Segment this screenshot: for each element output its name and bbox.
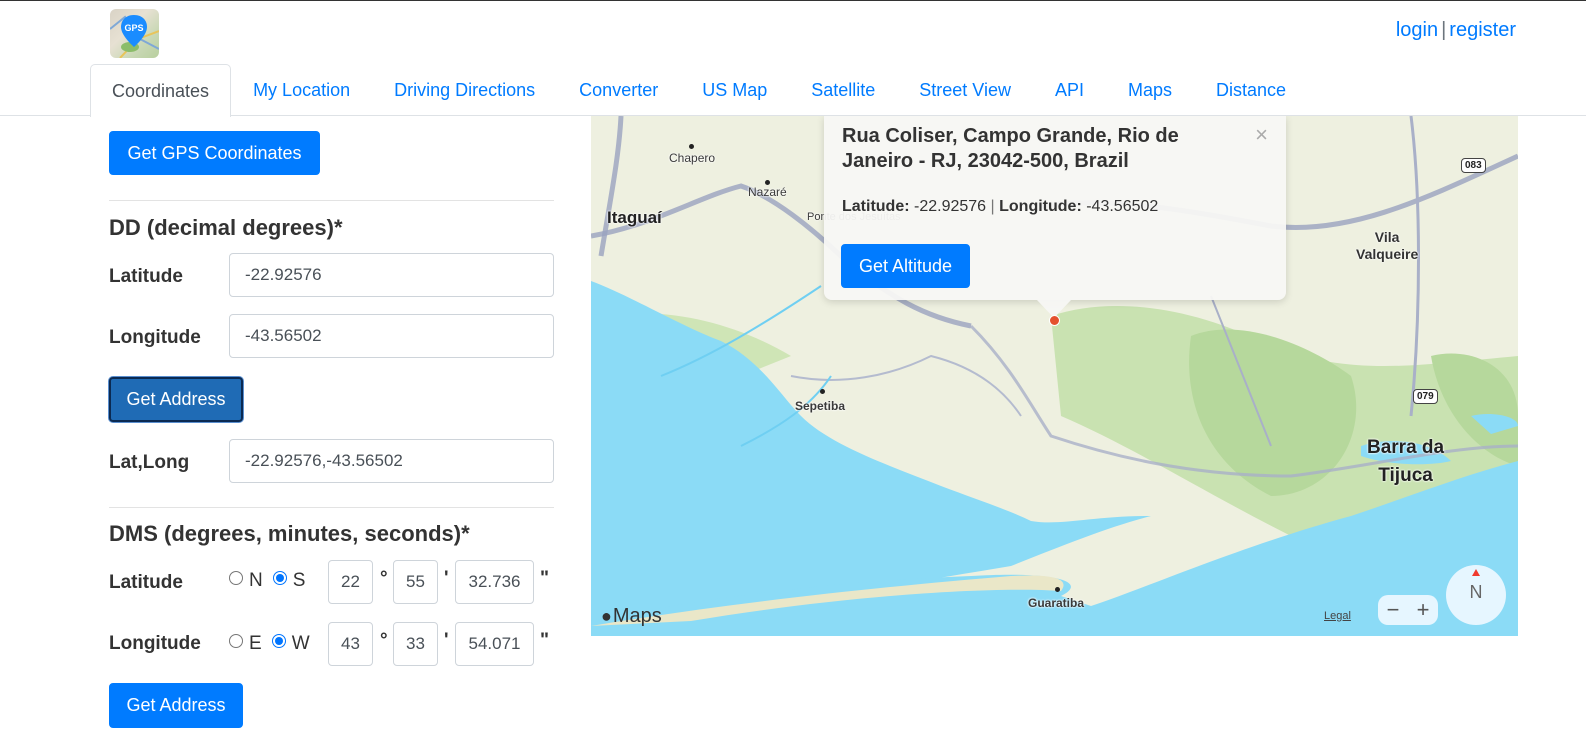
tab-converter[interactable]: Converter (557, 64, 680, 116)
location-popup: Rua Coliser, Campo Grande, Rio de Janeir… (824, 116, 1286, 300)
longitude-hemisphere-radios: E W (229, 633, 320, 655)
popup-longitude-value: -43.56502 (1086, 198, 1159, 215)
dms-latitude-label: Latitude (109, 572, 183, 593)
lon-degrees-input[interactable] (328, 622, 373, 666)
degree-symbol: ° (380, 568, 388, 589)
popup-latitude-value: -22.92576 (914, 198, 987, 215)
radio-north[interactable] (229, 571, 243, 585)
radio-east[interactable] (229, 634, 243, 648)
compass-north-arrow (1472, 569, 1480, 576)
register-link[interactable]: register (1449, 19, 1516, 41)
gps-pin-icon: GPS (110, 15, 159, 58)
radio-south-label: S (292, 570, 306, 591)
dms-longitude-label: Longitude (109, 633, 201, 654)
dd-latitude-input[interactable] (229, 253, 554, 297)
compass-north-label: N (1469, 582, 1483, 602)
compass-icon[interactable]: N (1446, 565, 1506, 625)
zoom-control: − + (1378, 595, 1438, 625)
tab-api[interactable]: API (1033, 64, 1106, 116)
map-view[interactable]: Chapero Nazaré Itaguaí Ponte dos Jesuíta… (591, 116, 1518, 636)
place-chapero: Chapero (669, 151, 716, 165)
place-vila-valqueire-line2: Valqueire (1356, 246, 1419, 262)
tab-coordinates[interactable]: Coordinates (90, 64, 232, 117)
route-shield-079: 079 (1413, 389, 1438, 404)
tab-driving-directions[interactable]: Driving Directions (372, 64, 557, 116)
dms-get-address-button[interactable]: Get Address (109, 683, 243, 728)
radio-south[interactable] (272, 571, 287, 585)
place-guaratiba: Guaratiba (1028, 596, 1085, 610)
lon-minutes-input[interactable] (393, 622, 438, 666)
place-dot (689, 144, 694, 149)
place-vila-valqueire-line1: Vila (1374, 229, 1400, 245)
dd-heading: DD (decimal degrees)* (109, 215, 343, 240)
apple-logo-icon: ● (601, 606, 612, 626)
place-nazare: Nazaré (748, 185, 787, 199)
tab-street-view[interactable]: Street View (897, 64, 1033, 116)
latitude-hemisphere-radios: N S (229, 570, 315, 592)
popup-close-icon[interactable]: × (1255, 122, 1268, 148)
dd-longitude-label: Longitude (109, 327, 201, 348)
legal-link[interactable]: Legal (1324, 610, 1351, 622)
place-vila-valqueire: Vila Valqueire (1356, 229, 1418, 263)
dd-latitude-label: Latitude (109, 266, 183, 287)
popup-longitude-label: Longitude: (999, 198, 1082, 215)
lat-degrees-input[interactable] (328, 560, 373, 604)
lon-seconds-input[interactable] (455, 622, 534, 666)
zoom-in-button[interactable]: + (1417, 597, 1430, 623)
main-nav: Coordinates My Location Driving Directio… (90, 64, 1586, 117)
lat-seconds-input[interactable] (455, 560, 534, 604)
get-gps-coordinates-button[interactable]: Get GPS Coordinates (109, 131, 320, 175)
latlong-label: Lat,Long (109, 452, 190, 473)
route-shield-083: 083 (1461, 158, 1486, 173)
get-altitude-button[interactable]: Get Altitude (841, 244, 970, 288)
tab-distance[interactable]: Distance (1194, 64, 1308, 116)
radio-west[interactable] (271, 634, 286, 648)
tab-maps[interactable]: Maps (1106, 64, 1194, 116)
second-symbol: " (540, 630, 550, 651)
apple-maps-attribution: ● Maps (601, 605, 662, 628)
popup-coordinates: Latitude: -22.92576 | Longitude: -43.565… (842, 198, 1158, 216)
popup-separator: | (990, 198, 995, 215)
degree-symbol: ° (380, 630, 388, 651)
divider (109, 200, 554, 201)
popup-latitude-label: Latitude: (842, 198, 910, 215)
place-dot (1055, 587, 1060, 592)
tab-my-location[interactable]: My Location (231, 64, 372, 116)
dd-longitude-input[interactable] (229, 314, 554, 358)
minute-symbol: ' (444, 568, 449, 589)
radio-west-label: W (291, 633, 310, 654)
dd-get-address-button[interactable]: Get Address (109, 377, 243, 422)
radio-north-label: N (249, 570, 263, 591)
dms-heading: DMS (degrees, minutes, seconds)* (109, 521, 470, 546)
login-link[interactable]: login (1396, 19, 1438, 41)
site-logo[interactable]: GPS (110, 9, 159, 58)
svg-text:GPS: GPS (124, 23, 143, 33)
place-barra-line2: Tijuca (1378, 465, 1433, 486)
minute-symbol: ' (444, 630, 449, 651)
zoom-out-button[interactable]: − (1387, 597, 1400, 623)
lat-minutes-input[interactable] (393, 560, 438, 604)
auth-separator: | (1441, 19, 1447, 41)
radio-east-label: E (249, 633, 262, 654)
second-symbol: " (540, 568, 550, 589)
place-barra-line1: Barra da (1367, 437, 1445, 458)
latlong-input[interactable] (229, 439, 554, 483)
tab-satellite[interactable]: Satellite (789, 64, 897, 116)
place-sepetiba: Sepetiba (795, 399, 846, 413)
tab-us-map[interactable]: US Map (680, 64, 789, 116)
place-itaguai: Itaguaí (607, 208, 662, 227)
popup-address: Rua Coliser, Campo Grande, Rio de Janeir… (842, 125, 1179, 172)
place-barra-da-tijuca: Barra da Tijuca (1367, 434, 1444, 490)
place-dot (820, 389, 825, 394)
auth-links: login | register (1396, 19, 1516, 42)
location-pin-icon[interactable] (1049, 315, 1060, 326)
divider (109, 507, 554, 508)
attribution-text: Maps (612, 605, 662, 627)
